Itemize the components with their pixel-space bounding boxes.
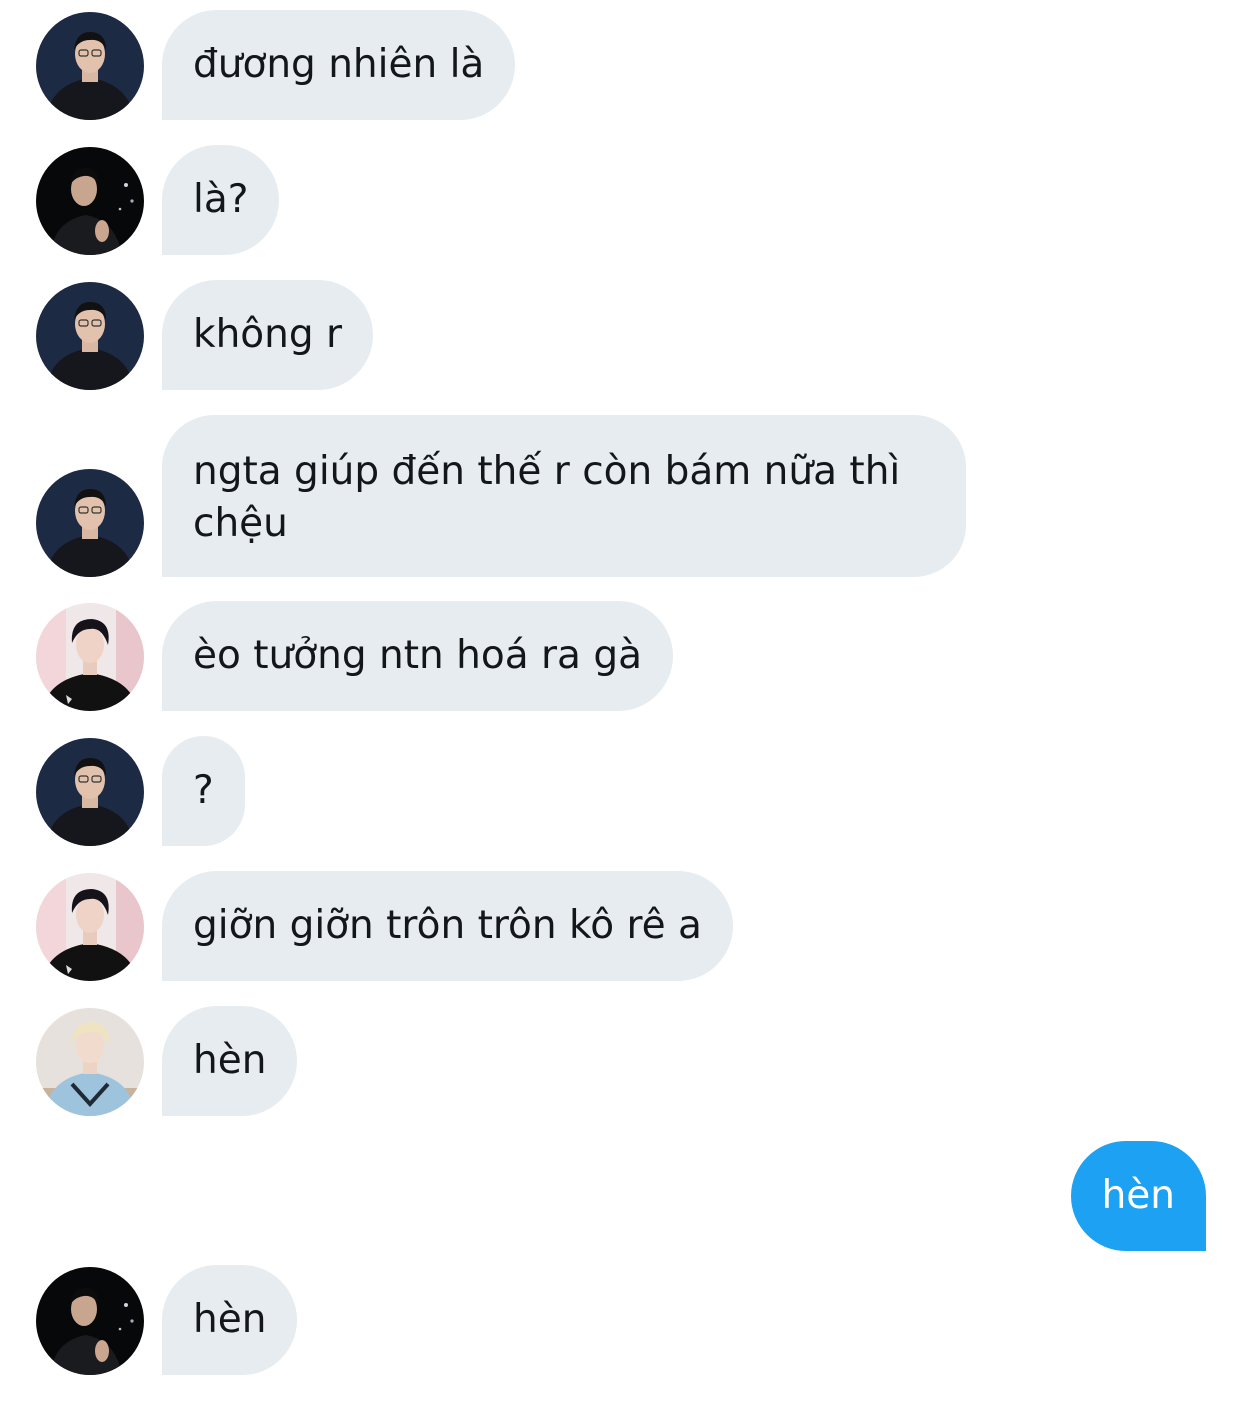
message-text: đương nhiên là bbox=[193, 42, 485, 87]
message-text: èo tưởng ntn hoá ra gà bbox=[193, 633, 642, 678]
avatar-pink-background-black-shirt-icon bbox=[36, 603, 144, 711]
avatar[interactable] bbox=[36, 147, 144, 255]
message-bubble-incoming[interactable]: giỡn giỡn trôn trôn kô rê a bbox=[162, 871, 733, 981]
avatar[interactable] bbox=[36, 873, 144, 981]
avatar-dark-night-hand-icon bbox=[36, 1267, 144, 1375]
message-bubble-incoming[interactable]: hèn bbox=[162, 1006, 298, 1116]
avatar-dark-hoodie-glasses-icon bbox=[36, 282, 144, 390]
message-text: hèn bbox=[193, 1038, 267, 1083]
avatar-blonde-light-blue-jacket-icon bbox=[36, 1008, 144, 1116]
message-text: là? bbox=[193, 177, 249, 222]
message-bubble-incoming[interactable]: èo tưởng ntn hoá ra gà bbox=[162, 601, 673, 711]
avatar-pink-background-black-shirt-icon bbox=[36, 873, 144, 981]
avatar[interactable] bbox=[36, 738, 144, 846]
avatar-dark-hoodie-glasses-icon bbox=[36, 738, 144, 846]
avatar[interactable] bbox=[36, 1008, 144, 1116]
avatar-dark-hoodie-glasses-icon bbox=[36, 12, 144, 120]
avatar[interactable] bbox=[36, 603, 144, 711]
message-text: không r bbox=[193, 312, 343, 357]
avatar[interactable] bbox=[36, 282, 144, 390]
message-bubble-incoming[interactable]: hèn bbox=[162, 1265, 298, 1375]
avatar[interactable] bbox=[36, 469, 144, 577]
avatar-dark-night-hand-icon bbox=[36, 147, 144, 255]
message-text: hèn bbox=[1101, 1173, 1175, 1218]
message-text: ? bbox=[193, 768, 214, 813]
message-bubble-incoming[interactable]: ngta giúp đến thế r còn bám nữa thì chệu bbox=[162, 415, 966, 577]
message-bubble-incoming[interactable]: không r bbox=[162, 280, 374, 390]
message-bubble-incoming[interactable]: ? bbox=[162, 736, 245, 846]
message-bubble-outgoing[interactable]: hèn bbox=[1070, 1141, 1206, 1251]
message-bubble-incoming[interactable]: đương nhiên là bbox=[162, 10, 516, 120]
avatar[interactable] bbox=[36, 12, 144, 120]
message-text: ngta giúp đến thế r còn bám nữa thì chệu bbox=[193, 449, 901, 546]
avatar-dark-hoodie-glasses-icon bbox=[36, 469, 144, 577]
message-text: giỡn giỡn trôn trôn kô rê a bbox=[193, 903, 702, 948]
message-bubble-incoming[interactable]: là? bbox=[162, 145, 280, 255]
avatar[interactable] bbox=[36, 1267, 144, 1375]
message-text: hèn bbox=[193, 1297, 267, 1342]
